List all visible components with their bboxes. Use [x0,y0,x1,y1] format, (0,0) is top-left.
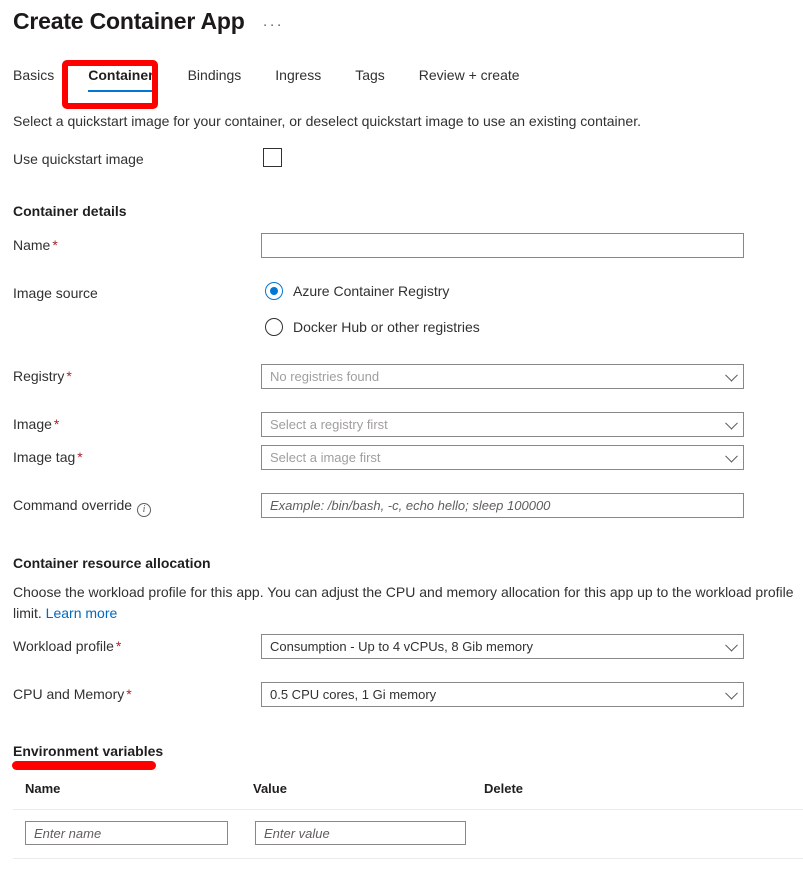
tab-bindings[interactable]: Bindings [171,66,259,94]
use-quickstart-image-checkbox[interactable] [263,148,282,167]
table-divider [13,809,803,810]
environment-variables-heading: Environment variables [13,741,163,761]
cpu-memory-dropdown[interactable]: 0.5 CPU cores, 1 Gi memory [261,682,744,707]
container-details-heading: Container details [13,201,127,221]
resource-allocation-heading: Container resource allocation [13,553,211,573]
tab-label: Tags [355,67,385,83]
chevron-down-icon [725,638,738,651]
env-value-placeholder: Enter value [264,826,330,841]
workload-profile-value: Consumption - Up to 4 vCPUs, 8 Gib memor… [270,639,533,654]
chevron-down-icon [725,416,738,429]
image-tag-label: Image tag* [13,447,83,467]
tab-basics[interactable]: Basics [13,66,71,94]
workload-profile-label: Workload profile* [13,636,121,656]
table-divider [13,858,803,859]
resource-allocation-description: Choose the workload profile for this app… [13,582,803,624]
tab-label: Ingress [275,67,321,83]
tab-label: Bindings [188,67,242,83]
radio-azure-container-registry[interactable]: Azure Container Registry [265,281,449,301]
tab-label: Basics [13,67,54,83]
required-asterisk: * [64,368,71,384]
registry-value: No registries found [270,369,379,384]
page-title: Create Container App [13,4,245,38]
wizard-tabs: Basics Container Bindings Ingress Tags R… [13,66,537,94]
command-override-label: Command overridei [13,495,151,517]
column-header-delete: Delete [484,780,523,798]
image-label: Image* [13,414,59,434]
use-quickstart-image-label: Use quickstart image [13,149,144,169]
column-header-name: Name [25,780,60,798]
column-header-value: Value [253,780,287,798]
env-value-input[interactable]: Enter value [255,821,466,845]
radio-button-icon [265,318,283,336]
required-asterisk: * [114,638,121,654]
image-tag-value: Select a image first [270,450,381,465]
image-dropdown[interactable]: Select a registry first [261,412,744,437]
image-tag-dropdown[interactable]: Select a image first [261,445,744,470]
tab-tags[interactable]: Tags [338,66,402,94]
tab-selected-underline [88,90,153,92]
command-override-input[interactable]: Example: /bin/bash, -c, echo hello; slee… [261,493,744,518]
cpu-memory-label: CPU and Memory* [13,684,132,704]
registry-label: Registry* [13,366,72,386]
radio-button-icon [265,282,283,300]
tab-label: Review + create [419,67,520,83]
required-asterisk: * [50,237,57,253]
resource-allocation-text: Choose the workload profile for this app… [13,584,794,621]
required-asterisk: * [52,416,59,432]
image-value: Select a registry first [270,417,388,432]
image-source-label: Image source [13,283,98,303]
radio-label: Docker Hub or other registries [293,317,480,337]
page-header: Create Container App ··· [13,4,284,38]
registry-dropdown[interactable]: No registries found [261,364,744,389]
create-container-app-page: Create Container App ··· Basics Containe… [0,0,803,873]
cpu-memory-value: 0.5 CPU cores, 1 Gi memory [270,687,436,702]
tab-container[interactable]: Container [71,66,170,94]
chevron-down-icon [725,368,738,381]
name-label: Name* [13,235,58,255]
env-name-placeholder: Enter name [34,826,101,841]
chevron-down-icon [725,449,738,462]
tab-review-create[interactable]: Review + create [402,66,537,94]
info-icon[interactable]: i [137,503,151,517]
learn-more-link[interactable]: Learn more [46,605,118,621]
command-override-placeholder: Example: /bin/bash, -c, echo hello; slee… [270,498,550,513]
annotation-underline [12,761,156,770]
radio-label: Azure Container Registry [293,281,449,301]
tab-ingress[interactable]: Ingress [258,66,338,94]
chevron-down-icon [725,686,738,699]
required-asterisk: * [124,686,131,702]
radio-docker-hub[interactable]: Docker Hub or other registries [265,317,480,337]
workload-profile-dropdown[interactable]: Consumption - Up to 4 vCPUs, 8 Gib memor… [261,634,744,659]
quickstart-description: Select a quickstart image for your conta… [13,111,641,131]
env-name-input[interactable]: Enter name [25,821,228,845]
tab-label: Container [88,67,153,83]
name-input[interactable] [261,233,744,258]
more-options-icon[interactable]: ··· [263,16,284,33]
required-asterisk: * [75,449,82,465]
